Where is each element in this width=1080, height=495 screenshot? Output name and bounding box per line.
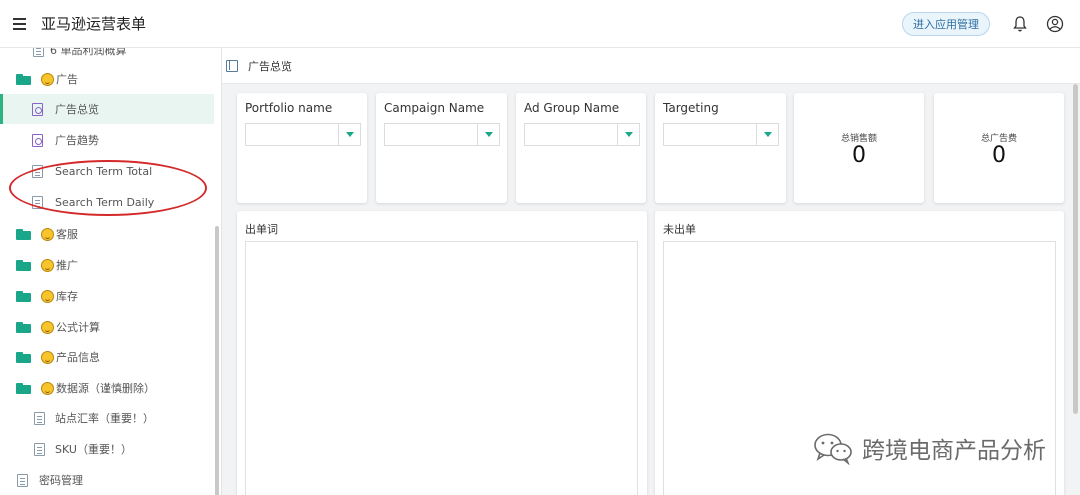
kpi-card-total-ad-spend: 总广告费 0: [934, 93, 1064, 203]
filter-card-ad-group: Ad Group Name: [516, 93, 646, 203]
folder-icon: [16, 290, 31, 302]
portfolio-select[interactable]: [245, 123, 361, 146]
hamburger-menu-icon[interactable]: [13, 14, 33, 34]
targeting-select[interactable]: [663, 123, 779, 146]
watermark-text: 跨境电商产品分析: [862, 438, 1046, 464]
app-window: 亚马逊运营表单 进入应用管理 6 单品利润概算 广告 广告总览 广告趋势 Sea…: [0, 0, 1080, 495]
campaign-select[interactable]: [384, 123, 500, 146]
filter-label: Ad Group Name: [524, 101, 620, 115]
emoji-icon: [41, 227, 54, 241]
filter-card-targeting: Targeting: [655, 93, 786, 203]
dropdown-arrow-icon[interactable]: [756, 124, 778, 145]
dashboard-icon: [32, 133, 43, 147]
kpi-card-total-sales: 总销售额 0: [794, 93, 924, 203]
sidebar-folder-customer-service[interactable]: 客服: [0, 219, 214, 249]
watermark: 跨境电商产品分析: [812, 431, 1046, 465]
top-header: 亚马逊运营表单 进入应用管理: [0, 0, 1080, 48]
ad-group-select[interactable]: [524, 123, 640, 146]
folder-icon: [16, 351, 31, 363]
emoji-icon: [41, 381, 54, 395]
kpi-value: 0: [992, 143, 1006, 168]
folder-icon: [16, 321, 31, 333]
folder-icon: [16, 259, 31, 271]
sidebar-folder-inventory[interactable]: 库存: [0, 281, 214, 311]
panel-body: [245, 241, 638, 495]
sidebar-folder-product-info[interactable]: 产品信息: [0, 342, 214, 372]
panel-ordered-keywords: 出单词: [237, 211, 647, 495]
document-icon: [32, 195, 43, 209]
kpi-value: 0: [852, 143, 866, 168]
emoji-icon: [41, 258, 54, 272]
enter-app-management-button[interactable]: 进入应用管理: [902, 11, 990, 36]
breadcrumb: 广告总览: [222, 48, 1080, 84]
app-title: 亚马逊运营表单: [41, 15, 147, 33]
filter-label: Campaign Name: [384, 101, 485, 115]
page-title: 广告总览: [248, 59, 292, 73]
main-scrollbar[interactable]: [1073, 84, 1078, 414]
folder-icon: [16, 73, 31, 85]
main-content: 广告总览 Portfolio name Campaign Name Ad Gro…: [222, 48, 1080, 495]
folder-icon: [16, 228, 31, 240]
document-icon: [32, 164, 43, 178]
emoji-icon: [41, 350, 54, 364]
document-icon: [33, 48, 44, 57]
sidebar-folder-formula[interactable]: 公式计算: [0, 312, 214, 342]
sidebar-item-sku[interactable]: SKU（重要！）: [0, 434, 214, 464]
sidebar-item-ad-trend[interactable]: 广告趋势: [0, 125, 214, 155]
document-icon: [34, 442, 45, 456]
sidebar-item-ad-overview[interactable]: 广告总览: [0, 94, 214, 124]
sidebar-scrollbar[interactable]: [215, 226, 219, 495]
panel-title: 未出单: [663, 223, 696, 236]
document-icon: [34, 411, 45, 425]
sidebar-item-search-term-daily[interactable]: Search Term Daily: [0, 187, 214, 217]
sidebar-folder-promotion[interactable]: 推广: [0, 250, 214, 280]
dashboard-icon: [32, 102, 43, 116]
sidebar-item-partial[interactable]: 6 单品利润概算: [0, 48, 214, 65]
sidebar-folder-ads[interactable]: 广告: [0, 64, 214, 94]
filter-card-campaign: Campaign Name: [376, 93, 507, 203]
sidebar-toggle-icon[interactable]: [226, 59, 238, 72]
bell-icon[interactable]: [1012, 15, 1028, 33]
sidebar-item-search-term-total[interactable]: Search Term Total: [0, 156, 214, 186]
emoji-icon: [41, 72, 54, 86]
document-icon: [17, 473, 28, 487]
dropdown-arrow-icon[interactable]: [617, 124, 639, 145]
sidebar-nav: 6 单品利润概算 广告 广告总览 广告趋势 Search Term Total …: [0, 48, 222, 495]
sidebar-item-exchange-rate[interactable]: 站点汇率（重要！）: [0, 403, 214, 433]
folder-icon: [16, 382, 31, 394]
user-avatar-icon[interactable]: [1046, 15, 1064, 33]
header-actions: 进入应用管理: [902, 11, 1064, 36]
sidebar-item-password-management[interactable]: 密码管理: [0, 465, 214, 495]
dropdown-arrow-icon[interactable]: [477, 124, 499, 145]
dropdown-arrow-icon[interactable]: [338, 124, 360, 145]
filter-card-portfolio: Portfolio name: [237, 93, 367, 203]
filter-label: Targeting: [663, 101, 719, 115]
panel-title: 出单词: [245, 223, 278, 236]
emoji-icon: [41, 320, 54, 334]
wechat-logo-icon: [814, 433, 852, 465]
emoji-icon: [41, 289, 54, 303]
filter-label: Portfolio name: [245, 101, 333, 115]
sidebar-folder-data-source[interactable]: 数据源（谨慎删除）: [0, 373, 214, 403]
